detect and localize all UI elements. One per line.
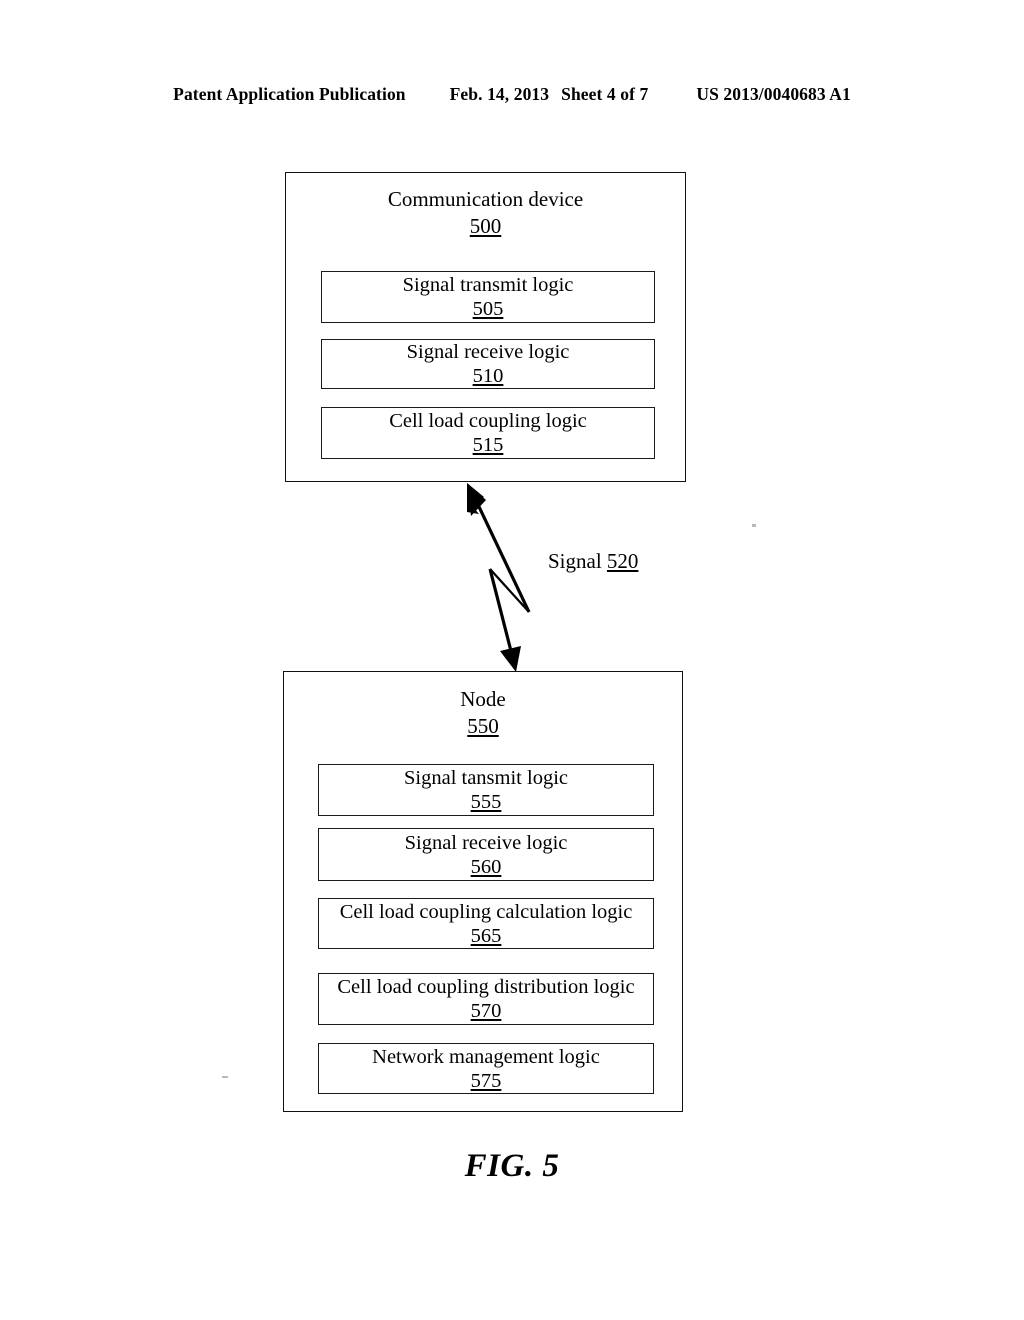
signal-transmit-logic-505-label: Signal transmit logic (402, 274, 574, 296)
header-date: Feb. 14, 2013 (449, 84, 550, 104)
signal-label-ref: 520 (606, 549, 639, 573)
communication-device-title: Communication device (387, 187, 584, 211)
network-management-logic-575-box: Network management logic 575 (318, 1043, 654, 1094)
scan-speck (222, 1076, 228, 1078)
signal-arrow (467, 483, 531, 672)
signal-tansmit-logic-555-ref: 555 (470, 791, 502, 813)
signal-transmit-logic-505-box: Signal transmit logic 505 (321, 271, 655, 323)
network-management-logic-575-label: Network management logic (372, 1045, 600, 1068)
signal-receive-logic-510-box: Signal receive logic 510 (321, 339, 655, 389)
node-block: Node 550 Signal tansmit logic 555 Signal… (283, 671, 683, 1112)
cell-load-coupling-logic-515-ref: 515 (472, 434, 504, 456)
signal-label-text: Signal (548, 549, 602, 573)
signal-receive-logic-510-ref: 510 (472, 365, 504, 387)
cell-load-coupling-calculation-logic-565-box: Cell load coupling calculation logic 565 (318, 898, 654, 949)
cell-load-coupling-distribution-logic-570-ref: 570 (470, 1000, 502, 1022)
network-management-logic-575-ref: 575 (470, 1069, 502, 1092)
cell-load-coupling-calculation-logic-565-label: Cell load coupling calculation logic (339, 900, 633, 923)
signal-label: Signal 520 (548, 548, 638, 574)
signal-receive-logic-560-box: Signal receive logic 560 (318, 828, 654, 881)
signal-receive-logic-560-label: Signal receive logic (404, 831, 568, 854)
cell-load-coupling-distribution-logic-570-label: Cell load coupling distribution logic (337, 976, 635, 998)
communication-device-block: Communication device 500 Signal transmit… (285, 172, 686, 482)
signal-receive-logic-510-label: Signal receive logic (406, 341, 570, 363)
cell-load-coupling-distribution-logic-570-box: Cell load coupling distribution logic 57… (318, 973, 654, 1025)
signal-tansmit-logic-555-box: Signal tansmit logic 555 (318, 764, 654, 816)
scan-speck (752, 524, 756, 527)
cell-load-coupling-logic-515-box: Cell load coupling logic 515 (321, 407, 655, 459)
cell-load-coupling-calculation-logic-565-ref: 565 (470, 924, 502, 947)
communication-device-ref: 500 (469, 214, 502, 238)
signal-receive-logic-560-ref: 560 (470, 855, 502, 878)
cell-load-coupling-logic-515-label: Cell load coupling logic (389, 410, 587, 432)
header-sheet: Sheet 4 of 7 (561, 84, 649, 104)
page-header: Patent Application Publication Feb. 14, … (0, 84, 1024, 110)
figure-caption: FIG. 5 (464, 1148, 560, 1184)
header-publication-number: US 2013/0040683 A1 (696, 84, 851, 104)
signal-transmit-logic-505-ref: 505 (472, 298, 504, 320)
node-ref: 550 (467, 714, 499, 738)
header-publication-type: Patent Application Publication (173, 84, 406, 104)
signal-tansmit-logic-555-label: Signal tansmit logic (404, 767, 568, 789)
node-title: Node (460, 687, 506, 711)
